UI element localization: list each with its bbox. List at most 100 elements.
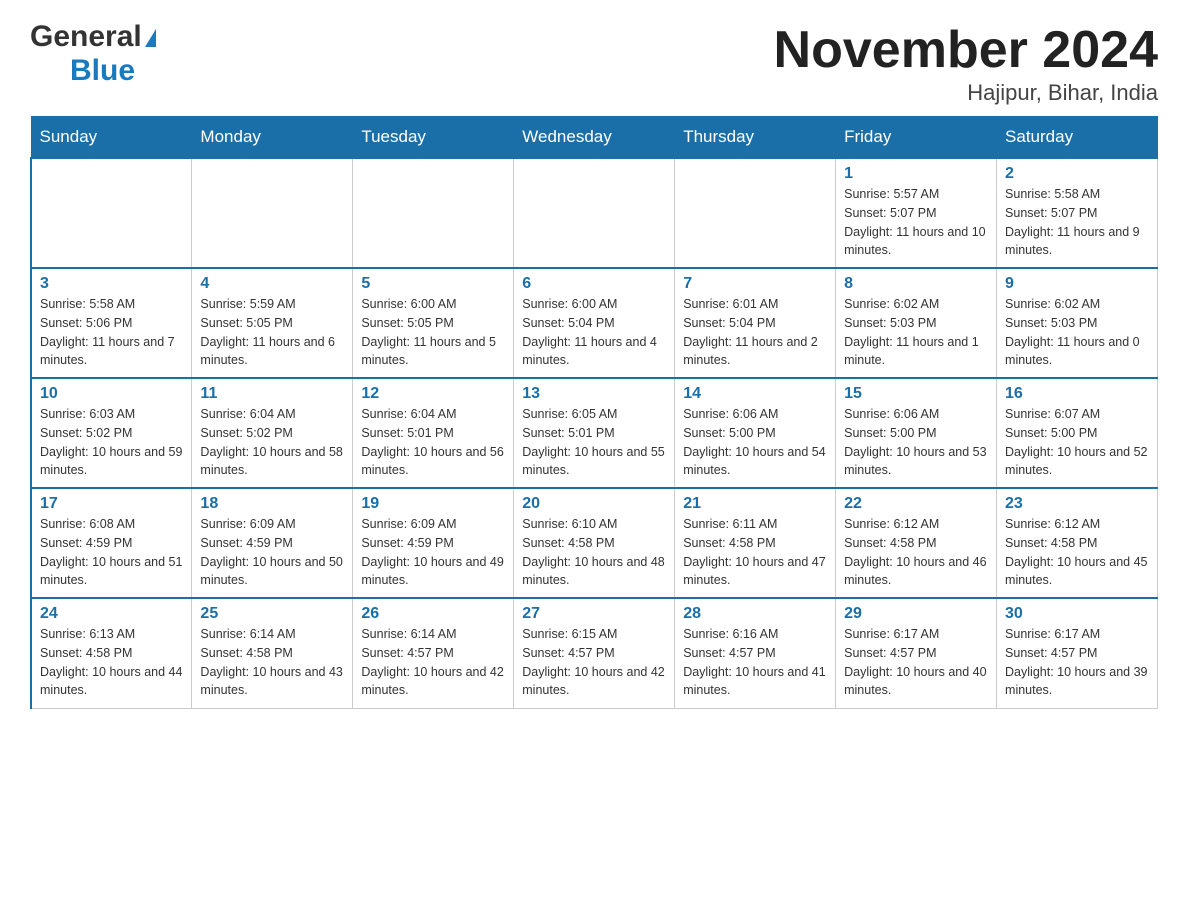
- day-info: Sunrise: 6:02 AMSunset: 5:03 PMDaylight:…: [844, 295, 988, 370]
- day-info: Sunrise: 6:14 AMSunset: 4:57 PMDaylight:…: [361, 625, 505, 700]
- day-info: Sunrise: 5:57 AMSunset: 5:07 PMDaylight:…: [844, 185, 988, 260]
- table-row: 11 Sunrise: 6:04 AMSunset: 5:02 PMDayligh…: [192, 378, 353, 488]
- table-row: 2 Sunrise: 5:58 AMSunset: 5:07 PMDaylight…: [997, 158, 1158, 268]
- table-row: 3 Sunrise: 5:58 AMSunset: 5:06 PMDaylight…: [31, 268, 192, 378]
- table-row: 10Sunrise: 6:03 AMSunset: 5:02 PMDayligh…: [31, 378, 192, 488]
- table-row: 9 Sunrise: 6:02 AMSunset: 5:03 PMDaylight…: [997, 268, 1158, 378]
- day-info: Sunrise: 6:00 AMSunset: 5:05 PMDaylight:…: [361, 295, 505, 370]
- table-row: 4 Sunrise: 5:59 AMSunset: 5:05 PMDaylight…: [192, 268, 353, 378]
- day-number: 1: [844, 165, 988, 183]
- day-number: 15: [844, 385, 988, 403]
- day-info: Sunrise: 6:17 AMSunset: 4:57 PMDaylight:…: [844, 625, 988, 700]
- day-number: 27: [522, 605, 666, 623]
- table-row: 27 Sunrise: 6:15 AMSunset: 4:57 PMDayligh…: [514, 598, 675, 708]
- day-number: 16: [1005, 385, 1149, 403]
- table-row: 14 Sunrise: 6:06 AMSunset: 5:00 PMDayligh…: [675, 378, 836, 488]
- day-number: 23: [1005, 495, 1149, 513]
- day-info: Sunrise: 6:06 AMSunset: 5:00 PMDaylight:…: [683, 405, 827, 480]
- day-info: Sunrise: 6:04 AMSunset: 5:01 PMDaylight:…: [361, 405, 505, 480]
- table-row: 22Sunrise: 6:12 AMSunset: 4:58 PMDayligh…: [836, 488, 997, 598]
- table-row: 16Sunrise: 6:07 AMSunset: 5:00 PMDayligh…: [997, 378, 1158, 488]
- day-number: 26: [361, 605, 505, 623]
- logo-general-text: General: [30, 20, 142, 54]
- table-row: 6Sunrise: 6:00 AMSunset: 5:04 PMDaylight…: [514, 268, 675, 378]
- day-number: 4: [200, 275, 344, 293]
- day-info: Sunrise: 6:15 AMSunset: 4:57 PMDaylight:…: [522, 625, 666, 700]
- table-row: 25Sunrise: 6:14 AMSunset: 4:58 PMDayligh…: [192, 598, 353, 708]
- table-row: 19Sunrise: 6:09 AMSunset: 4:59 PMDayligh…: [353, 488, 514, 598]
- day-number: 30: [1005, 605, 1149, 623]
- day-info: Sunrise: 6:02 AMSunset: 5:03 PMDaylight:…: [1005, 295, 1149, 370]
- day-info: Sunrise: 6:09 AMSunset: 4:59 PMDaylight:…: [361, 515, 505, 590]
- table-row: [675, 158, 836, 268]
- day-info: Sunrise: 6:12 AMSunset: 4:58 PMDaylight:…: [844, 515, 988, 590]
- day-number: 12: [361, 385, 505, 403]
- calendar-week-row: 10Sunrise: 6:03 AMSunset: 5:02 PMDayligh…: [31, 378, 1158, 488]
- day-number: 17: [40, 495, 183, 513]
- day-number: 8: [844, 275, 988, 293]
- table-row: [192, 158, 353, 268]
- day-number: 3: [40, 275, 183, 293]
- day-info: Sunrise: 6:11 AMSunset: 4:58 PMDaylight:…: [683, 515, 827, 590]
- day-info: Sunrise: 6:01 AMSunset: 5:04 PMDaylight:…: [683, 295, 827, 370]
- table-row: 18 Sunrise: 6:09 AMSunset: 4:59 PMDayligh…: [192, 488, 353, 598]
- day-info: Sunrise: 6:12 AMSunset: 4:58 PMDaylight:…: [1005, 515, 1149, 590]
- logo: General Blue: [30, 20, 156, 88]
- col-tuesday: Tuesday: [353, 117, 514, 159]
- day-number: 5: [361, 275, 505, 293]
- day-info: Sunrise: 6:17 AMSunset: 4:57 PMDaylight:…: [1005, 625, 1149, 700]
- day-info: Sunrise: 5:59 AMSunset: 5:05 PMDaylight:…: [200, 295, 344, 370]
- table-row: 29 Sunrise: 6:17 AMSunset: 4:57 PMDayligh…: [836, 598, 997, 708]
- table-row: 7 Sunrise: 6:01 AMSunset: 5:04 PMDaylight…: [675, 268, 836, 378]
- day-info: Sunrise: 6:04 AMSunset: 5:02 PMDaylight:…: [200, 405, 344, 480]
- table-row: 24 Sunrise: 6:13 AMSunset: 4:58 PMDayligh…: [31, 598, 192, 708]
- table-row: 5 Sunrise: 6:00 AMSunset: 5:05 PMDaylight…: [353, 268, 514, 378]
- day-number: 25: [200, 605, 344, 623]
- table-row: 28 Sunrise: 6:16 AMSunset: 4:57 PMDayligh…: [675, 598, 836, 708]
- day-number: 21: [683, 495, 827, 513]
- table-row: 30 Sunrise: 6:17 AMSunset: 4:57 PMDayligh…: [997, 598, 1158, 708]
- logo-triangle-icon: [145, 29, 156, 47]
- day-number: 29: [844, 605, 988, 623]
- calendar-week-row: 1 Sunrise: 5:57 AMSunset: 5:07 PMDaylight…: [31, 158, 1158, 268]
- day-number: 7: [683, 275, 827, 293]
- table-row: 12 Sunrise: 6:04 AMSunset: 5:01 PMDayligh…: [353, 378, 514, 488]
- col-thursday: Thursday: [675, 117, 836, 159]
- day-info: Sunrise: 6:09 AMSunset: 4:59 PMDaylight:…: [200, 515, 344, 590]
- calendar-header-row: Sunday Monday Tuesday Wednesday Thursday…: [31, 117, 1158, 159]
- table-row: 13 Sunrise: 6:05 AMSunset: 5:01 PMDayligh…: [514, 378, 675, 488]
- table-row: 23 Sunrise: 6:12 AMSunset: 4:58 PMDayligh…: [997, 488, 1158, 598]
- day-number: 28: [683, 605, 827, 623]
- day-number: 14: [683, 385, 827, 403]
- table-row: 8 Sunrise: 6:02 AMSunset: 5:03 PMDaylight…: [836, 268, 997, 378]
- page-header: General Blue November 2024 Hajipur, Biha…: [30, 20, 1158, 106]
- day-number: 9: [1005, 275, 1149, 293]
- table-row: [353, 158, 514, 268]
- calendar-week-row: 3 Sunrise: 5:58 AMSunset: 5:06 PMDaylight…: [31, 268, 1158, 378]
- col-wednesday: Wednesday: [514, 117, 675, 159]
- col-monday: Monday: [192, 117, 353, 159]
- table-row: 1 Sunrise: 5:57 AMSunset: 5:07 PMDaylight…: [836, 158, 997, 268]
- day-number: 2: [1005, 165, 1149, 183]
- day-info: Sunrise: 6:10 AMSunset: 4:58 PMDaylight:…: [522, 515, 666, 590]
- title-section: November 2024 Hajipur, Bihar, India: [774, 20, 1158, 106]
- day-number: 13: [522, 385, 666, 403]
- day-info: Sunrise: 5:58 AMSunset: 5:06 PMDaylight:…: [40, 295, 183, 370]
- day-info: Sunrise: 6:13 AMSunset: 4:58 PMDaylight:…: [40, 625, 183, 700]
- day-info: Sunrise: 6:06 AMSunset: 5:00 PMDaylight:…: [844, 405, 988, 480]
- day-info: Sunrise: 6:05 AMSunset: 5:01 PMDaylight:…: [522, 405, 666, 480]
- table-row: [514, 158, 675, 268]
- logo-blue-text: Blue: [70, 54, 135, 87]
- col-saturday: Saturday: [997, 117, 1158, 159]
- table-row: 17Sunrise: 6:08 AMSunset: 4:59 PMDayligh…: [31, 488, 192, 598]
- day-info: Sunrise: 6:16 AMSunset: 4:57 PMDaylight:…: [683, 625, 827, 700]
- table-row: 20 Sunrise: 6:10 AMSunset: 4:58 PMDayligh…: [514, 488, 675, 598]
- day-number: 11: [200, 385, 344, 403]
- day-number: 18: [200, 495, 344, 513]
- day-number: 24: [40, 605, 183, 623]
- day-number: 20: [522, 495, 666, 513]
- location: Hajipur, Bihar, India: [774, 80, 1158, 106]
- day-info: Sunrise: 5:58 AMSunset: 5:07 PMDaylight:…: [1005, 185, 1149, 260]
- table-row: 21 Sunrise: 6:11 AMSunset: 4:58 PMDayligh…: [675, 488, 836, 598]
- calendar-week-row: 17Sunrise: 6:08 AMSunset: 4:59 PMDayligh…: [31, 488, 1158, 598]
